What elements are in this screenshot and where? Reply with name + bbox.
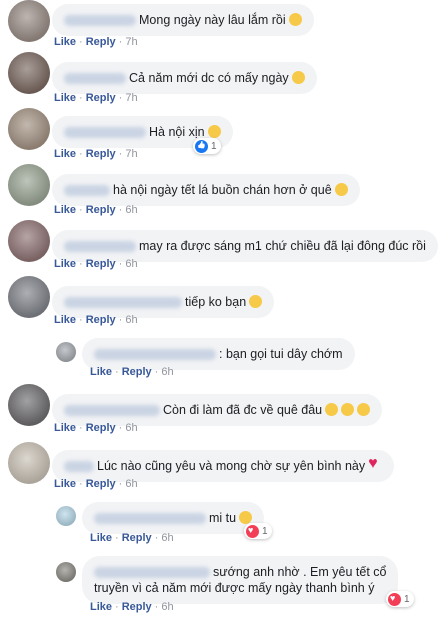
like-link[interactable]: Like (54, 148, 76, 160)
reply-text: mi tu (209, 511, 237, 525)
smile-emoji-icon (207, 125, 221, 138)
like-link[interactable]: Like (54, 314, 76, 326)
reply-text: : bạn gọi tui dây chớm (219, 347, 343, 361)
reaction-count[interactable]: 1 (193, 138, 221, 154)
timestamp[interactable]: 6h (125, 204, 137, 216)
reply-link[interactable]: Reply (86, 422, 116, 434)
reply-link[interactable]: Reply (122, 532, 152, 544)
avatar[interactable] (56, 342, 76, 362)
comment-actions: Like · Reply · 6h (54, 422, 138, 434)
like-link[interactable]: Like (54, 36, 76, 48)
like-link[interactable]: Like (54, 204, 76, 216)
comment-text: tiếp ko bạn (185, 295, 247, 309)
avatar[interactable] (8, 384, 50, 426)
reaction-count[interactable]: 1 (244, 523, 272, 539)
comment-text: hà nội ngày tết lá buồn chán hơn ở quê (113, 183, 332, 197)
avatar[interactable] (8, 108, 50, 150)
comment-actions: Like · Reply · 6h (54, 258, 138, 270)
like-reaction-icon (195, 139, 208, 153)
reply-link[interactable]: Reply (86, 204, 116, 216)
commenter-name[interactable] (94, 349, 216, 361)
reply-link[interactable]: Reply (86, 148, 116, 160)
reply-link[interactable]: Reply (86, 258, 116, 270)
timestamp[interactable]: 6h (161, 366, 173, 378)
comment-actions: Like · Reply · 6h (54, 314, 138, 326)
comment-bubble: hà nội ngày tết lá buồn chán hơn ở quê (52, 174, 360, 206)
comment-actions: Like · Reply · 6h (54, 478, 138, 490)
timestamp[interactable]: 7h (125, 148, 137, 160)
comment-bubble: Mong ngày này lâu lắm rồi (52, 4, 314, 36)
comment-text: Mong ngày này lâu lắm rồi (139, 13, 286, 27)
avatar[interactable] (8, 220, 50, 262)
timestamp[interactable]: 6h (125, 422, 137, 434)
timestamp[interactable]: 6h (125, 478, 137, 490)
reply-text-line2: truyền vì cả năm mới được mấy ngày thanh… (94, 581, 375, 595)
like-link[interactable]: Like (90, 532, 112, 544)
like-link[interactable]: Like (90, 601, 112, 613)
love-reaction-icon (246, 524, 259, 538)
reply-link[interactable]: Reply (86, 92, 116, 104)
timestamp[interactable]: 7h (125, 92, 137, 104)
commenter-name[interactable] (64, 127, 146, 139)
reply-bubble: mi tu (82, 502, 265, 534)
smile-emoji-icon (291, 71, 305, 84)
avatar[interactable] (8, 164, 50, 206)
commenter-name[interactable] (64, 297, 182, 309)
commenter-name[interactable] (64, 73, 126, 85)
reply-link[interactable]: Reply (86, 478, 116, 490)
laugh-emoji-icon (325, 403, 339, 416)
commenter-name[interactable] (64, 185, 110, 197)
like-link[interactable]: Like (90, 366, 112, 378)
rofl-emoji-icon (288, 13, 302, 26)
avatar[interactable] (8, 442, 50, 484)
reply-link[interactable]: Reply (122, 366, 152, 378)
comment-actions: Like · Reply · 6h (54, 204, 138, 216)
smile-emoji-icon (334, 183, 348, 196)
like-link[interactable]: Like (54, 258, 76, 270)
commenter-name[interactable] (64, 241, 136, 253)
reaction-count[interactable]: 1 (386, 591, 414, 607)
avatar[interactable] (8, 52, 50, 94)
comment-text: Hà nội xịn (149, 125, 205, 139)
heart-emoji-icon (368, 456, 382, 472)
avatar[interactable] (56, 562, 76, 582)
comment-text: may ra được sáng m1 chứ chiều đã lại đôn… (139, 239, 426, 253)
reply-actions: Like · Reply · 6h (90, 601, 174, 613)
comment-actions: Like · Reply · 7h (54, 92, 138, 104)
commenter-name[interactable] (64, 405, 160, 417)
commenter-name[interactable] (64, 461, 94, 473)
like-link[interactable]: Like (54, 422, 76, 434)
comment-text: Lúc nào cũng yêu và mong chờ sự yên bình… (97, 459, 366, 473)
commenter-name[interactable] (94, 513, 206, 525)
reply-actions: Like · Reply · 6h (90, 366, 174, 378)
comment-bubble: Cả năm mới dc có mấy ngày (52, 62, 317, 94)
reply-actions: Like · Reply · 6h (90, 532, 174, 544)
timestamp[interactable]: 7h (125, 36, 137, 48)
commenter-name[interactable] (64, 15, 136, 27)
avatar[interactable] (8, 0, 50, 42)
avatar[interactable] (56, 506, 76, 526)
reply-bubble: sướng anh nhờ . Em yêu tết cổ truyền vì … (82, 556, 399, 604)
timestamp[interactable]: 6h (125, 314, 137, 326)
commenter-name[interactable] (94, 567, 210, 579)
comment-actions: Like · Reply · 7h (54, 148, 138, 160)
avatar[interactable] (8, 276, 50, 318)
timestamp[interactable]: 6h (125, 258, 137, 270)
reply-link[interactable]: Reply (86, 314, 116, 326)
comment-text: Còn đi làm đã đc về quê đâu (163, 403, 323, 417)
love-reaction-icon (388, 592, 401, 606)
like-link[interactable]: Like (54, 92, 76, 104)
comment-text: Cả năm mới dc có mấy ngày (129, 71, 289, 85)
laugh-emoji-icon (357, 403, 371, 416)
smile-emoji-icon (249, 295, 263, 308)
timestamp[interactable]: 6h (161, 532, 173, 544)
like-link[interactable]: Like (54, 478, 76, 490)
laugh-emoji-icon (341, 403, 355, 416)
comment-actions: Like · Reply · 7h (54, 36, 138, 48)
reply-link[interactable]: Reply (86, 36, 116, 48)
reply-text-line1: sướng anh nhờ . Em yêu tết cổ (213, 565, 387, 579)
reply-link[interactable]: Reply (122, 601, 152, 613)
timestamp[interactable]: 6h (161, 601, 173, 613)
